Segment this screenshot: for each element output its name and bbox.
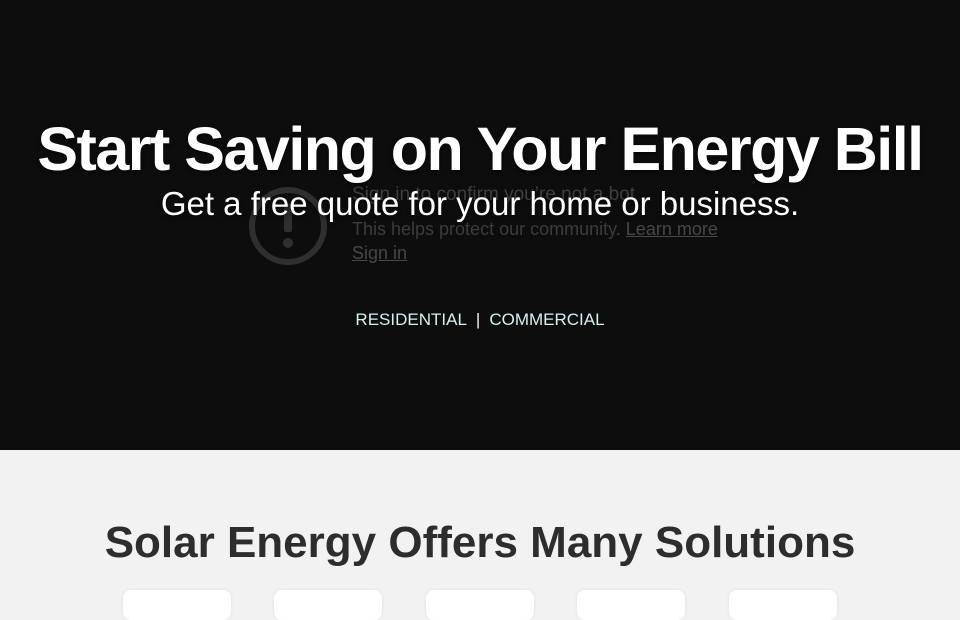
sign-in-link[interactable]: Sign in (352, 243, 407, 264)
solutions-title: Solar Energy Offers Many Solutions (104, 518, 856, 567)
link-separator: | (475, 310, 481, 329)
residential-link[interactable]: RESIDENTIAL (355, 310, 466, 329)
solution-card[interactable] (123, 590, 231, 620)
solution-card[interactable] (274, 590, 382, 620)
solution-card[interactable] (426, 590, 534, 620)
solution-card[interactable] (729, 590, 837, 620)
solution-card[interactable] (577, 590, 685, 620)
hero-subtitle: Get a free quote for your home or busine… (160, 185, 800, 222)
hero-links: RESIDENTIAL | COMMERCIAL (0, 310, 960, 330)
hero-title: Start Saving on Your Energy Bill (37, 115, 924, 183)
commercial-link[interactable]: COMMERCIAL (489, 310, 604, 329)
solutions-cards (0, 590, 960, 620)
hero-section: Sign in to confirm you’re not a bot This… (0, 0, 960, 450)
